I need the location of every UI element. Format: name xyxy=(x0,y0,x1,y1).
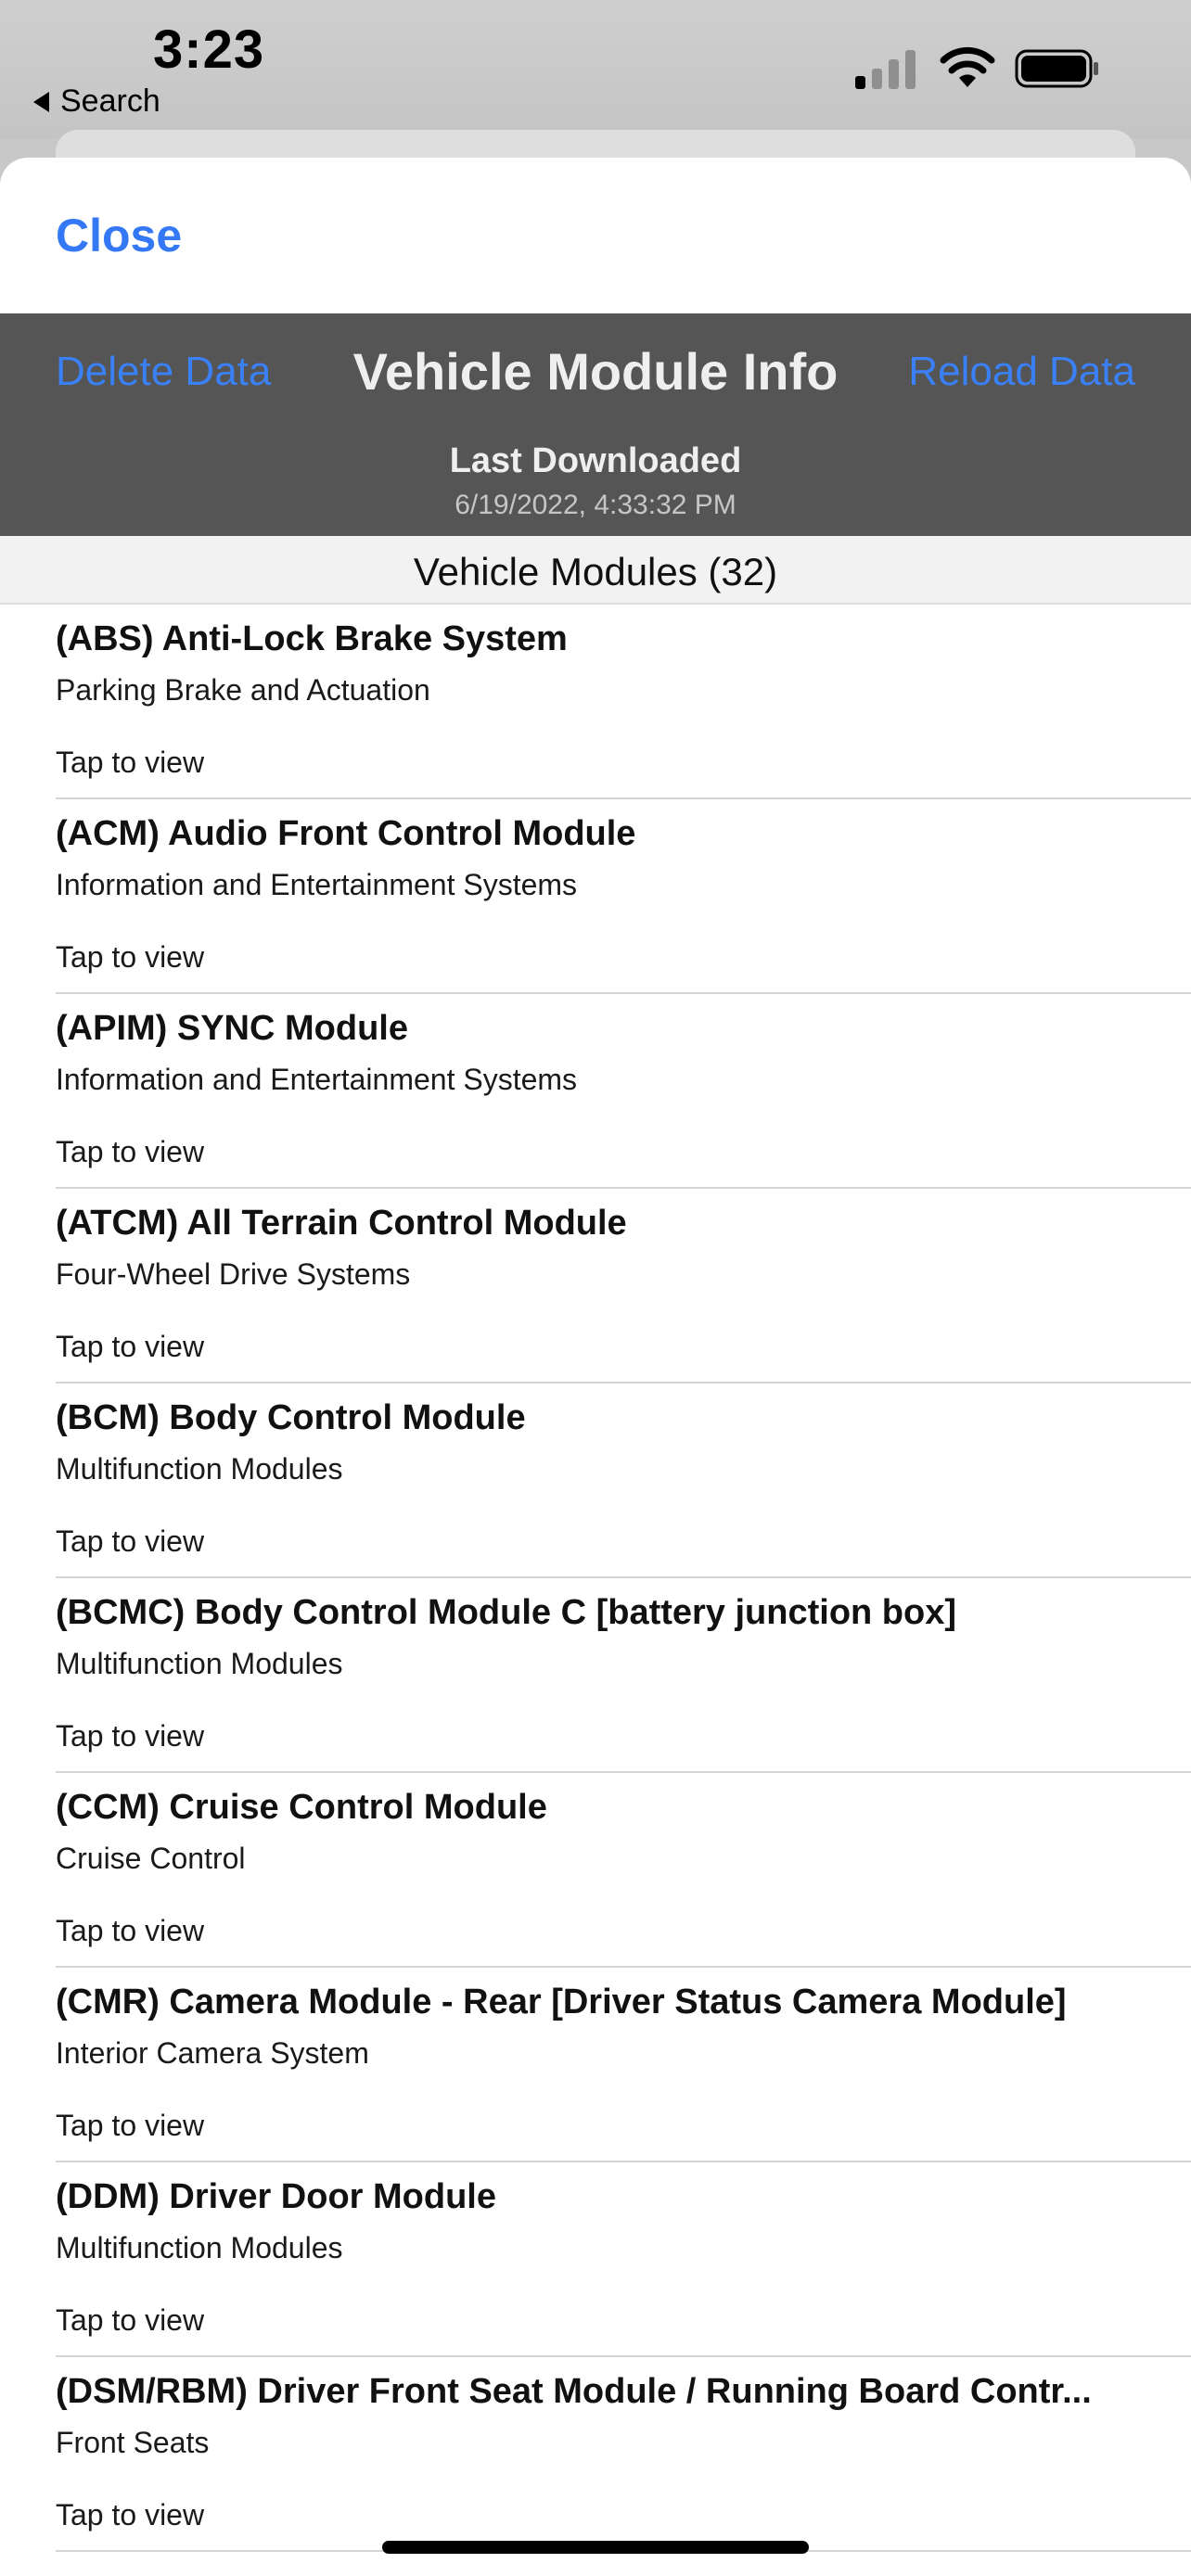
module-title: (ATCM) All Terrain Control Module xyxy=(56,1204,627,1243)
module-category: Multifunction Modules xyxy=(56,2231,343,2264)
list-item[interactable]: (APIM) SYNC Module Information and Enter… xyxy=(56,994,1191,1189)
tap-to-view-hint: Tap to view xyxy=(56,1914,205,1947)
tap-to-view-hint: Tap to view xyxy=(56,1330,205,1363)
tap-to-view-hint: Tap to view xyxy=(56,2498,205,2531)
module-title: (APIM) SYNC Module xyxy=(56,1009,408,1048)
tap-to-view-hint: Tap to view xyxy=(56,1524,205,1558)
module-category: Interior Camera System xyxy=(56,2036,369,2070)
tap-to-view-hint: Tap to view xyxy=(56,1135,205,1168)
last-downloaded-label: Last Downloaded xyxy=(449,441,742,480)
back-to-search-link[interactable]: Search xyxy=(33,83,160,120)
module-title: (CMR) Camera Module - Rear [Driver Statu… xyxy=(56,1983,1067,2021)
module-title: (BCM) Body Control Module xyxy=(56,1398,526,1437)
back-link-label: Search xyxy=(60,83,160,119)
last-downloaded-timestamp: 6/19/2022, 4:33:32 PM xyxy=(455,490,736,520)
tap-to-view-hint: Tap to view xyxy=(56,940,205,974)
tap-to-view-hint: Tap to view xyxy=(56,746,205,779)
home-indicator[interactable] xyxy=(382,2541,809,2554)
module-list: (ABS) Anti-Lock Brake System Parking Bra… xyxy=(0,605,1191,2552)
module-category: Information and Entertainment Systems xyxy=(56,1063,578,1096)
module-title: (BCMC) Body Control Module C [battery ju… xyxy=(56,1593,957,1632)
module-title: (DSM/RBM) Driver Front Seat Module / Run… xyxy=(56,2372,1092,2411)
module-category: Parking Brake and Actuation xyxy=(56,673,430,707)
list-item[interactable]: (BCMC) Body Control Module C [battery ju… xyxy=(56,1578,1191,1773)
module-category: Four-Wheel Drive Systems xyxy=(56,1257,411,1291)
status-bar: 3:23 Search xyxy=(0,0,1191,139)
list-item[interactable]: (DSM/RBM) Driver Front Seat Module / Run… xyxy=(56,2357,1191,2552)
section-header: Vehicle Modules (32) xyxy=(0,536,1191,605)
list-item[interactable]: (ABS) Anti-Lock Brake System Parking Bra… xyxy=(56,605,1191,799)
reload-data-button[interactable]: Reload Data xyxy=(908,349,1135,395)
module-title: (ABS) Anti-Lock Brake System xyxy=(56,619,568,658)
status-time: 3:23 xyxy=(153,19,265,80)
module-title: (ACM) Audio Front Control Module xyxy=(56,814,636,853)
sheet-toolbar: Close xyxy=(0,158,1191,313)
module-category: Cruise Control xyxy=(56,1842,246,1875)
list-item[interactable]: (ATCM) All Terrain Control Module Four-W… xyxy=(56,1189,1191,1384)
module-category: Front Seats xyxy=(56,2426,210,2459)
list-item[interactable]: (BCM) Body Control Module Multifunction … xyxy=(56,1384,1191,1578)
module-category: Multifunction Modules xyxy=(56,1647,343,1680)
modal-sheet: Close Delete Data Vehicle Module Info Re… xyxy=(0,158,1191,2576)
module-title: (CCM) Cruise Control Module xyxy=(56,1788,547,1827)
list-item[interactable]: (DDM) Driver Door Module Multifunction M… xyxy=(56,2162,1191,2357)
tap-to-view-hint: Tap to view xyxy=(56,1719,205,1753)
module-category: Information and Entertainment Systems xyxy=(56,868,578,901)
module-title: (DDM) Driver Door Module xyxy=(56,2177,496,2216)
list-item[interactable]: (CCM) Cruise Control Module Cruise Contr… xyxy=(56,1773,1191,1968)
list-item[interactable]: (CMR) Camera Module - Rear [Driver Statu… xyxy=(56,1968,1191,2162)
module-category: Multifunction Modules xyxy=(56,1452,343,1486)
battery-icon xyxy=(1015,49,1098,88)
tap-to-view-hint: Tap to view xyxy=(56,2109,205,2142)
tap-to-view-hint: Tap to view xyxy=(56,2303,205,2337)
cellular-signal-icon xyxy=(855,48,916,89)
wifi-icon xyxy=(940,46,995,87)
list-item[interactable]: (ACM) Audio Front Control Module Informa… xyxy=(56,799,1191,994)
back-arrow-icon xyxy=(33,91,49,112)
close-button[interactable]: Close xyxy=(56,209,182,262)
module-info-header: Delete Data Vehicle Module Info Reload D… xyxy=(0,313,1191,536)
